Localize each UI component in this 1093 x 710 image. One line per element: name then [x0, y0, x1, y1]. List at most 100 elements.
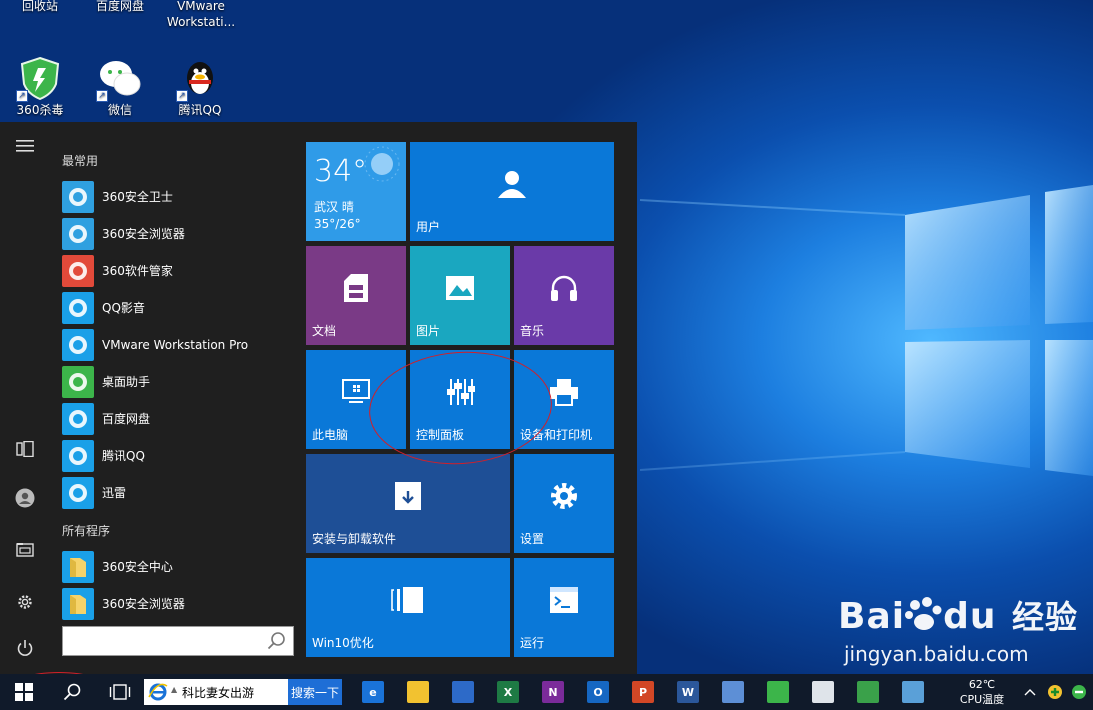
search-input[interactable] [63, 627, 253, 655]
desktop-icon-recycle-bin[interactable]: 回收站 [2, 0, 78, 14]
app-list-item-label: 360安全浏览器 [102, 597, 185, 611]
taskbar-app-onenote[interactable]: N [536, 674, 570, 710]
app-list-item[interactable]: 360安全卫士 [62, 179, 298, 214]
task-view-icon [109, 684, 131, 700]
file-explorer-button[interactable] [10, 534, 40, 564]
cpu-temp-label: CPU温度 [959, 693, 1005, 706]
folder-icon [62, 587, 94, 620]
tablet-mode-button[interactable] [10, 434, 40, 464]
tile-label: 设置 [520, 532, 545, 546]
gear-icon [18, 595, 32, 609]
qq-player-icon [62, 291, 94, 324]
task-view-button[interactable] [98, 674, 142, 710]
shortcut-arrow-icon: ↗ [176, 90, 188, 102]
qq-penguin-icon: ↗ [176, 56, 222, 102]
desktop-icon-qq[interactable]: ↗ 腾讯QQ [162, 56, 238, 118]
app-list-item[interactable]: 百度网盘 [62, 401, 298, 436]
all-programs-header[interactable]: 所有程序 [62, 522, 110, 539]
tile-label: 文档 [312, 324, 337, 338]
store-icon [452, 681, 474, 703]
taskbar-app-outlook[interactable]: O [581, 674, 615, 710]
app-list-item[interactable]: 360安全中心 [62, 549, 298, 584]
taskbar-app-word[interactable]: W [671, 674, 705, 710]
taskbar-app-store[interactable] [446, 674, 480, 710]
taskbar-app-file-explorer[interactable] [401, 674, 435, 710]
powerpoint-icon: P [632, 681, 654, 703]
taskbar-search-button[interactable] [50, 674, 94, 710]
app-list-item[interactable]: 360安全浏览器 [62, 216, 298, 251]
ie-icon [148, 683, 168, 701]
taskbar-app-powerpoint[interactable]: P [626, 674, 660, 710]
tile-label: 此电脑 [312, 428, 349, 442]
tile-pictures[interactable]: 图片 [410, 246, 510, 345]
start-search-box[interactable] [62, 626, 294, 656]
desktop-icon-360-antivirus[interactable]: ↗ 360杀毒 [2, 56, 78, 118]
taskbar-app-360-security[interactable] [761, 674, 795, 710]
desktop-icon-vmware[interactable]: VMware Workstati... [162, 0, 240, 30]
tile-settings[interactable]: 设置 [514, 454, 614, 553]
app-list-item-label: 360安全浏览器 [102, 227, 185, 241]
tile-user[interactable]: 用户 [410, 142, 614, 241]
desktop-icon-baidu-netdisk[interactable]: 百度网盘 [82, 0, 158, 14]
user-icon [498, 170, 526, 198]
app-list-item[interactable]: VMware Workstation Pro [62, 327, 298, 362]
app-list-item[interactable]: 迅雷 [62, 475, 298, 510]
app-list-item[interactable]: 桌面助手 [62, 364, 298, 399]
onenote-icon: N [542, 681, 564, 703]
start-menu-rail [0, 122, 50, 674]
tablet-icon [391, 586, 423, 613]
app-list-item[interactable]: 腾讯QQ [62, 438, 298, 473]
excel-icon: X [497, 681, 519, 703]
outlook-icon: O [587, 681, 609, 703]
tile-label: 用户 [416, 220, 441, 234]
tile-documents[interactable]: 文档 [306, 246, 406, 345]
gear-icon [551, 482, 577, 509]
desktop-helper-icon [62, 365, 94, 398]
tile-win10-optimize[interactable]: Win10优化 [306, 558, 510, 657]
paint-icon [722, 681, 744, 703]
app-list-item-label: QQ影音 [102, 301, 145, 315]
360-security-icon [62, 180, 94, 213]
app-list-item[interactable]: 360软件管家 [62, 253, 298, 288]
ie-search-bar[interactable]: ▲ 科比妻女出游 [144, 679, 288, 705]
360-software-icon [62, 254, 94, 287]
watermark-brand2: du [943, 596, 997, 637]
app-list-item-label: 腾讯QQ [102, 449, 145, 463]
tile-run[interactable]: 运行 [514, 558, 614, 657]
app-list-item[interactable]: QQ影音 [62, 290, 298, 325]
app-list-item-label: 360安全卫士 [102, 190, 173, 204]
tile-music[interactable]: 音乐 [514, 246, 614, 345]
file-explorer-icon [407, 681, 429, 703]
360-browser-icon [62, 217, 94, 250]
settings-button[interactable] [10, 587, 40, 617]
shortcut-arrow-icon: ↗ [96, 90, 108, 102]
app-list-item-label: 桌面助手 [102, 375, 151, 389]
tile-install-uninstall[interactable]: 安装与卸载软件 [306, 454, 510, 553]
desktop-icon-label: 腾讯QQ [178, 103, 222, 117]
app-list-item[interactable]: 360安全浏览器 [62, 586, 298, 621]
taskbar-app-excel[interactable]: X [491, 674, 525, 710]
ie-search-text: 科比妻女出游 [182, 686, 255, 700]
taskbar-app-paint[interactable] [716, 674, 750, 710]
package-icon [395, 481, 421, 510]
weather-range: 35°/26° [314, 217, 361, 231]
360-security-icon [767, 681, 789, 703]
power-button[interactable] [10, 633, 40, 663]
monitor-icon [342, 378, 370, 403]
start-button[interactable] [2, 674, 46, 710]
remote-desktop-icon [902, 681, 924, 703]
paw-icon [905, 597, 942, 630]
user-account-button[interactable] [10, 483, 40, 513]
tile-weather[interactable]: 34° 武汉 晴 35°/26° [306, 142, 406, 241]
desktop-icon-label: 百度网盘 [95, 0, 144, 13]
weather-temp: 34° [314, 154, 368, 189]
tile-label: 运行 [520, 636, 545, 650]
360-security-icon [1072, 685, 1086, 699]
ie-search-button[interactable]: 搜索一下 [288, 679, 342, 705]
dropdown-arrow-icon[interactable]: ▲ [171, 685, 177, 694]
desktop-icon-wechat[interactable]: ↗ 微信 [82, 56, 158, 118]
taskbar-app-clock[interactable] [806, 674, 840, 710]
taskbar-app-edge[interactable]: e [356, 674, 390, 710]
baidu-jingyan-watermark: Bai du 经验 jingyan.baidu.com [838, 590, 1088, 680]
expand-menu-button[interactable] [10, 131, 40, 161]
